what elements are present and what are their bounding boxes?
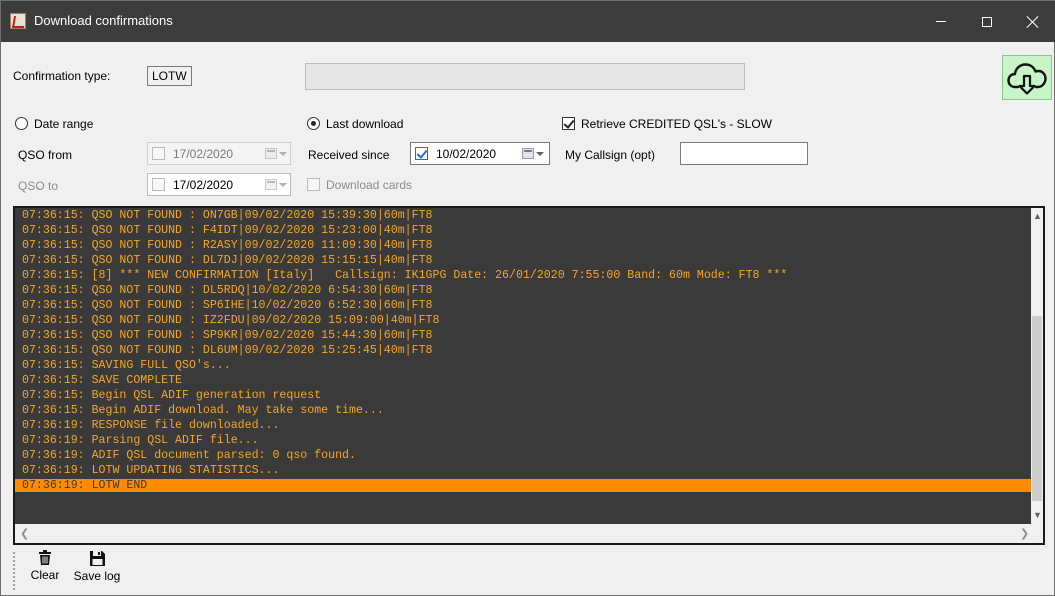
qso-from-label: QSO from <box>18 148 73 162</box>
trash-icon <box>39 550 51 565</box>
log-line: 07:36:15: SAVING FULL QSO's... <box>22 359 231 372</box>
log-line: 07:36:15: Begin ADIF download. May take … <box>22 404 384 417</box>
log-line: 07:36:15: QSO NOT FOUND : F4IDT|09/02/20… <box>22 224 433 237</box>
clear-button[interactable]: Clear <box>28 550 62 582</box>
log-line: 07:36:15: QSO NOT FOUND : DL6UM|09/02/20… <box>22 344 433 357</box>
received-since-datepicker[interactable]: 10/02/2020 <box>410 142 550 165</box>
horizontal-scrollbar[interactable]: ❮ ❯ <box>15 524 1031 543</box>
confirmation-type-value[interactable]: LOTW <box>147 66 192 86</box>
calendar-icon[interactable] <box>522 148 534 159</box>
maximize-button[interactable] <box>964 1 1010 42</box>
log-line: 07:36:19: ADIF QSL document parsed: 0 qs… <box>22 449 356 462</box>
title-bar: Download confirmations <box>1 1 1055 42</box>
log-line: 07:36:19: Parsing QSL ADIF file... <box>22 434 259 447</box>
floppy-disk-icon <box>89 551 105 566</box>
log-line: 07:36:15: QSO NOT FOUND : SP6IHE|10/02/2… <box>22 299 433 312</box>
log-line: 07:36:15: QSO NOT FOUND : R2ASY|09/02/20… <box>22 239 433 252</box>
download-button[interactable] <box>1002 55 1052 100</box>
received-since-checkbox[interactable] <box>415 147 428 160</box>
confirmation-type-label: Confirmation type: <box>13 69 111 83</box>
calendar-icon[interactable] <box>265 179 277 190</box>
minimize-button[interactable] <box>918 1 964 42</box>
log-line: 07:36:15: Begin QSL ADIF generation requ… <box>22 389 322 402</box>
download-cards-label: Download cards <box>326 178 413 192</box>
calendar-icon[interactable] <box>265 148 277 159</box>
received-since-label: Received since <box>308 148 390 162</box>
status-field <box>305 63 745 90</box>
download-confirmations-window: Download confirmations Confirmation type… <box>0 0 1055 596</box>
last-download-radio[interactable] <box>307 117 320 130</box>
bottom-toolbar: Clear Save log <box>13 548 213 594</box>
log-panel: 07:36:15: QSO NOT FOUND : ON7GB|09/02/20… <box>13 206 1045 545</box>
date-range-radio[interactable] <box>15 117 28 130</box>
qso-from-datepicker[interactable]: 17/02/2020 <box>147 142 291 165</box>
retrieve-credited-checkbox[interactable] <box>562 117 575 130</box>
log-line: 07:36:15: QSO NOT FOUND : ON7GB|09/02/20… <box>22 209 433 222</box>
vertical-scrollbar[interactable]: ▲ ▼ <box>1031 208 1043 524</box>
log-output[interactable]: 07:36:15: QSO NOT FOUND : ON7GB|09/02/20… <box>15 208 1031 524</box>
date-range-label: Date range <box>34 117 94 131</box>
log-line: 07:36:19: LOTW END <box>15 479 1031 492</box>
chevron-down-icon[interactable] <box>279 152 287 156</box>
window-title: Download confirmations <box>34 13 173 28</box>
qso-to-date: 17/02/2020 <box>173 178 234 192</box>
app-icon <box>10 13 26 29</box>
maximize-icon <box>982 16 992 27</box>
save-log-label: Save log <box>73 569 121 583</box>
save-log-button[interactable]: Save log <box>68 550 126 583</box>
log-line: 07:36:19: RESPONSE file downloaded... <box>22 419 280 432</box>
scroll-up-icon[interactable]: ▲ <box>1033 212 1042 221</box>
scrollbar-thumb[interactable] <box>1032 316 1042 501</box>
my-callsign-label: My Callsign (opt) <box>565 148 656 162</box>
download-cards-checkbox[interactable] <box>307 178 320 191</box>
chevron-down-icon[interactable] <box>536 152 544 156</box>
cloud-download-icon <box>1007 62 1047 95</box>
my-callsign-input[interactable] <box>680 142 808 165</box>
retrieve-credited-label: Retrieve CREDITED QSL's - SLOW <box>581 117 772 131</box>
chevron-down-icon[interactable] <box>279 183 287 187</box>
log-line: 07:36:15: SAVE COMPLETE <box>22 374 183 387</box>
qso-from-checkbox[interactable] <box>152 147 165 160</box>
scroll-right-icon[interactable]: ❯ <box>1020 527 1029 540</box>
received-since-date: 10/02/2020 <box>436 147 497 161</box>
toolbar-grip[interactable] <box>13 552 16 590</box>
qso-to-datepicker[interactable]: 17/02/2020 <box>147 173 291 196</box>
scroll-down-icon[interactable]: ▼ <box>1033 511 1042 520</box>
clear-label: Clear <box>30 568 60 582</box>
log-line: 07:36:15: QSO NOT FOUND : DL5RDQ|10/02/2… <box>22 284 433 297</box>
qso-to-checkbox[interactable] <box>152 178 165 191</box>
log-line: 07:36:15: QSO NOT FOUND : SP9KR|09/02/20… <box>22 329 433 342</box>
close-button[interactable] <box>1010 1 1055 42</box>
close-icon <box>1027 16 1039 28</box>
log-line: 07:36:15: QSO NOT FOUND : DL7DJ|09/02/20… <box>22 254 433 267</box>
last-download-label: Last download <box>326 117 404 131</box>
log-line: 07:36:15: [8] *** NEW CONFIRMATION [Ital… <box>22 269 788 282</box>
qso-from-date: 17/02/2020 <box>173 147 234 161</box>
minimize-icon <box>936 21 946 22</box>
scroll-left-icon[interactable]: ❮ <box>20 527 29 540</box>
log-line: 07:36:15: QSO NOT FOUND : IZ2FDU|09/02/2… <box>22 314 440 327</box>
log-line: 07:36:19: LOTW UPDATING STATISTICS... <box>22 464 280 477</box>
qso-to-label: QSO to <box>18 179 59 193</box>
